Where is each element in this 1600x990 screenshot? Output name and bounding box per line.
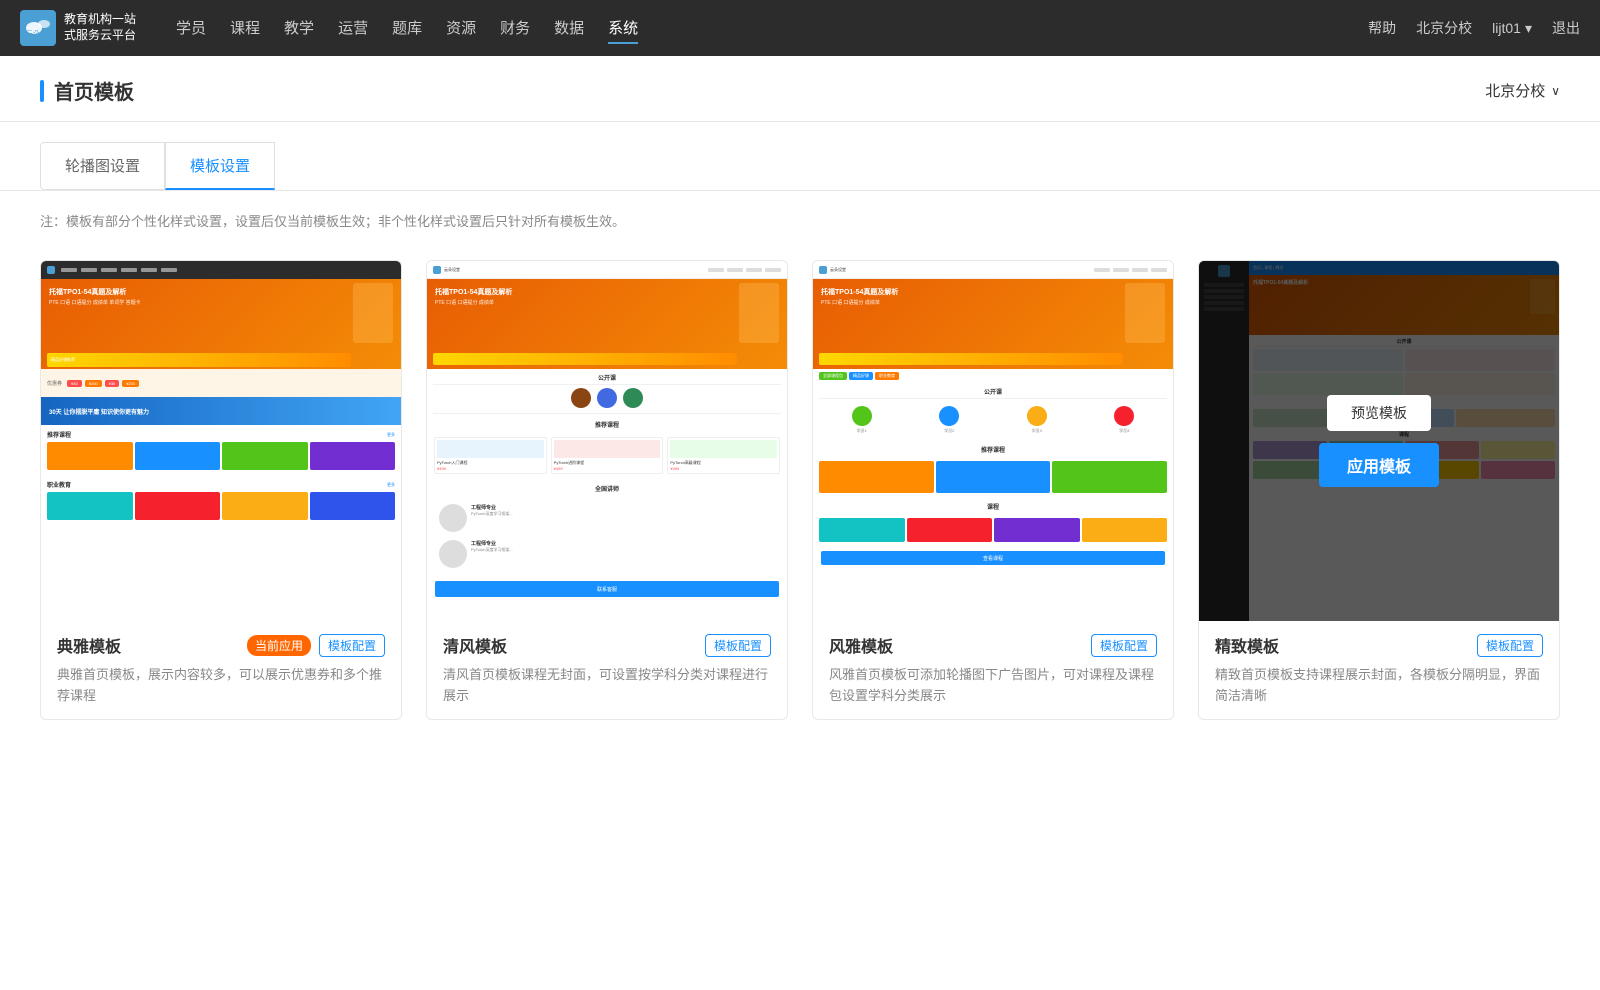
card-title-row-elegant: 典雅模板 当前应用 模板配置 <box>57 633 385 657</box>
template-card-breeze: 云朵设堂 托福TPO1-54真题及解析 PTE 口语 口语提分 成绩单 <box>426 260 788 720</box>
preview-courses-breeze: PyTorch入门课程 ¥499 PyTorch进阶课程 ¥499 PyTorc… <box>427 431 787 480</box>
current-badge-elegant: 当前应用 <box>247 635 311 656</box>
card-desc-refined: 精致首页模板支持课程展示封面，各模板分隔明显，界面简洁清晰 <box>1215 665 1543 707</box>
apply-template-button[interactable]: 应用模板 <box>1319 443 1439 487</box>
preview-teachers-label-breeze: 全国讲师 <box>427 480 787 495</box>
preview-hero-elegant2: 托福TPO1-54真题及解析 PTE 口语 口语提分 成绩单 <box>813 279 1173 369</box>
card-footer-elegant2: 风雅模板 模板配置 风雅首页模板可添加轮播图下广告图片，可对课程及课程包设置学科… <box>813 621 1173 719</box>
tab-carousel[interactable]: 轮播图设置 <box>40 142 165 190</box>
config-button-elegant[interactable]: 模板配置 <box>319 634 385 657</box>
nav-item-operations[interactable]: 运营 <box>338 13 368 44</box>
branch-chevron-icon: ∨ <box>1551 84 1560 98</box>
nav-item-courses[interactable]: 课程 <box>230 13 260 44</box>
card-footer-refined: 精致模板 模板配置 精致首页模板支持课程展示封面，各模板分隔明显，界面简洁清晰 <box>1199 621 1559 719</box>
card-footer-breeze: 清风模板 模板配置 清风首页模板课程无封面，可设置按学科分类对课程进行展示 <box>427 621 787 719</box>
preview-hero-breeze: 托福TPO1-54真题及解析 PTE 口语 口语提分 成绩单 <box>427 279 787 369</box>
card-desc-elegant2: 风雅首页模板可添加轮播图下广告图片，可对课程及课程包设置学科分类展示 <box>829 665 1157 707</box>
preview-career: 职业教育 更多 <box>41 475 401 525</box>
branch-label: 北京分校 <box>1485 80 1545 101</box>
config-button-elegant2[interactable]: 模板配置 <box>1091 634 1157 657</box>
preview-openkc-elegant2: 学员1 学员2 学员3 <box>813 399 1173 441</box>
preview-logo-dot <box>47 266 55 274</box>
card-name-refined: 精致模板 <box>1215 633 1279 657</box>
user-menu[interactable]: lijt01 ▾ <box>1492 20 1532 37</box>
title-accent-bar <box>40 80 44 102</box>
preview-tags-elegant2: 全部课程包 精品好课 职业教育 <box>813 369 1173 383</box>
branch-link[interactable]: 北京分校 <box>1416 18 1472 38</box>
preview-recommend-breeze: 推荐课程 <box>427 416 787 431</box>
preview-courses: 推荐课程 更多 <box>41 425 401 475</box>
nav-left: 云朵 教育机构一站 式服务云平台 学员 课程 教学 运营 题库 资源 财务 数据… <box>20 10 638 46</box>
card-badges-elegant2: 模板配置 <box>1091 634 1157 657</box>
template-preview-refined: 首页 | 课程 | 教学 托福TPO1-54真题及解析 公开课 <box>1199 261 1559 621</box>
nav-right: 帮助 北京分校 lijt01 ▾ 退出 <box>1368 18 1580 38</box>
card-title-row-elegant2: 风雅模板 模板配置 <box>829 633 1157 657</box>
template-preview-elegant: 托福TPO1-54真题及解析 PTE 口语 口语提分 成绩单 单词学 答题卡 精… <box>41 261 401 621</box>
template-preview-breeze: 云朵设堂 托福TPO1-54真题及解析 PTE 口语 口语提分 成绩单 <box>427 261 787 621</box>
preview-recommend-elegant2: 推荐课程 <box>813 441 1173 456</box>
nav-menu: 学员 课程 教学 运营 题库 资源 财务 数据 系统 <box>176 13 638 44</box>
navigation: 云朵 教育机构一站 式服务云平台 学员 课程 教学 运营 题库 资源 财务 数据… <box>0 0 1600 56</box>
template-hover-overlay: 预览模板 应用模板 <box>1199 261 1559 621</box>
card-name-elegant2: 风雅模板 <box>829 633 893 657</box>
logo[interactable]: 云朵 教育机构一站 式服务云平台 <box>20 10 136 46</box>
preview-section-title-breeze: 公开课 <box>427 369 787 384</box>
templates-grid: 托福TPO1-54真题及解析 PTE 口语 口语提分 成绩单 单词学 答题卡 精… <box>0 250 1600 760</box>
template-card-elegant2: 云朵设堂 托福TPO1-54真题及解析 PTE 口语 口语提分 成绩单 <box>812 260 1174 720</box>
preview-coupons: 优惠券 ¥30 ¥200 ¥30 ¥200 <box>41 369 401 397</box>
nav-item-finance[interactable]: 财务 <box>500 13 530 44</box>
preview-courses-label-elegant2: 课程 <box>813 498 1173 513</box>
card-name-breeze: 清风模板 <box>443 633 507 657</box>
preview-teacher-row-breeze: 工程师专业 PyTorch深度学习框架... 工程师专业 PyTorch深度学习… <box>427 495 787 577</box>
help-link[interactable]: 帮助 <box>1368 18 1396 38</box>
template-preview-elegant2: 云朵设堂 托福TPO1-54真题及解析 PTE 口语 口语提分 成绩单 <box>813 261 1173 621</box>
page-content: 首页模板 北京分校 ∨ 轮播图设置 模板设置 注：模板有部分个性化样式设置，设置… <box>0 56 1600 990</box>
user-chevron-icon: ▾ <box>1525 20 1532 37</box>
logo-icon: 云朵 <box>20 10 56 46</box>
preview-courses-elegant2 <box>813 456 1173 498</box>
nav-item-resources[interactable]: 资源 <box>446 13 476 44</box>
card-badges-breeze: 模板配置 <box>705 634 771 657</box>
card-title-row-breeze: 清风模板 模板配置 <box>443 633 771 657</box>
nav-item-system[interactable]: 系统 <box>608 13 638 44</box>
branch-selector[interactable]: 北京分校 ∨ <box>1485 80 1560 117</box>
template-card-refined: 首页 | 课程 | 教学 托福TPO1-54真题及解析 公开课 <box>1198 260 1560 720</box>
preview-banner: 30天 让你摆脱平庸 知识使你更有魅力 <box>41 397 401 425</box>
config-button-refined[interactable]: 模板配置 <box>1477 634 1543 657</box>
logout-link[interactable]: 退出 <box>1552 18 1580 38</box>
svg-text:云朵: 云朵 <box>26 30 40 38</box>
preview-template-button[interactable]: 预览模板 <box>1327 395 1431 431</box>
nav-item-data[interactable]: 数据 <box>554 13 584 44</box>
nav-item-teaching[interactable]: 教学 <box>284 13 314 44</box>
preview-header-elegant2: 云朵设堂 <box>813 261 1173 279</box>
card-name-elegant: 典雅模板 <box>57 633 121 657</box>
preview-open-elegant2: 公开课 <box>813 383 1173 398</box>
config-button-breeze[interactable]: 模板配置 <box>705 634 771 657</box>
page-header: 首页模板 北京分校 ∨ <box>0 56 1600 122</box>
card-title-row-refined: 精致模板 模板配置 <box>1215 633 1543 657</box>
preview-header-breeze: 云朵设堂 <box>427 261 787 279</box>
preview-nav-dots <box>61 268 177 272</box>
nav-item-students[interactable]: 学员 <box>176 13 206 44</box>
tab-template[interactable]: 模板设置 <box>165 142 275 190</box>
card-badges-elegant: 当前应用 模板配置 <box>247 634 385 657</box>
template-card-elegant: 托福TPO1-54真题及解析 PTE 口语 口语提分 成绩单 单词学 答题卡 精… <box>40 260 402 720</box>
page-title-wrap: 首页模板 <box>40 76 134 121</box>
preview-hero: 托福TPO1-54真题及解析 PTE 口语 口语提分 成绩单 单词学 答题卡 精… <box>41 279 401 369</box>
card-desc-breeze: 清风首页模板课程无封面，可设置按学科分类对课程进行展示 <box>443 665 771 707</box>
page-title: 首页模板 <box>54 76 134 105</box>
preview-teachers-breeze <box>427 385 787 411</box>
preview-course-row-elegant2 <box>813 513 1173 547</box>
card-badges-refined: 模板配置 <box>1477 634 1543 657</box>
card-desc-elegant: 典雅首页模板，展示内容较多，可以展示优惠券和多个推荐课程 <box>57 665 385 707</box>
nav-item-questions[interactable]: 题库 <box>392 13 422 44</box>
card-footer-elegant: 典雅模板 当前应用 模板配置 典雅首页模板，展示内容较多，可以展示优惠券和多个推… <box>41 621 401 719</box>
tab-bar: 轮播图设置 模板设置 <box>0 142 1600 191</box>
note-text: 注：模板有部分个性化样式设置，设置后仅当前模板生效；非个性化样式设置后只针对所有… <box>0 191 1600 250</box>
logo-text: 教育机构一站 式服务云平台 <box>64 12 136 43</box>
